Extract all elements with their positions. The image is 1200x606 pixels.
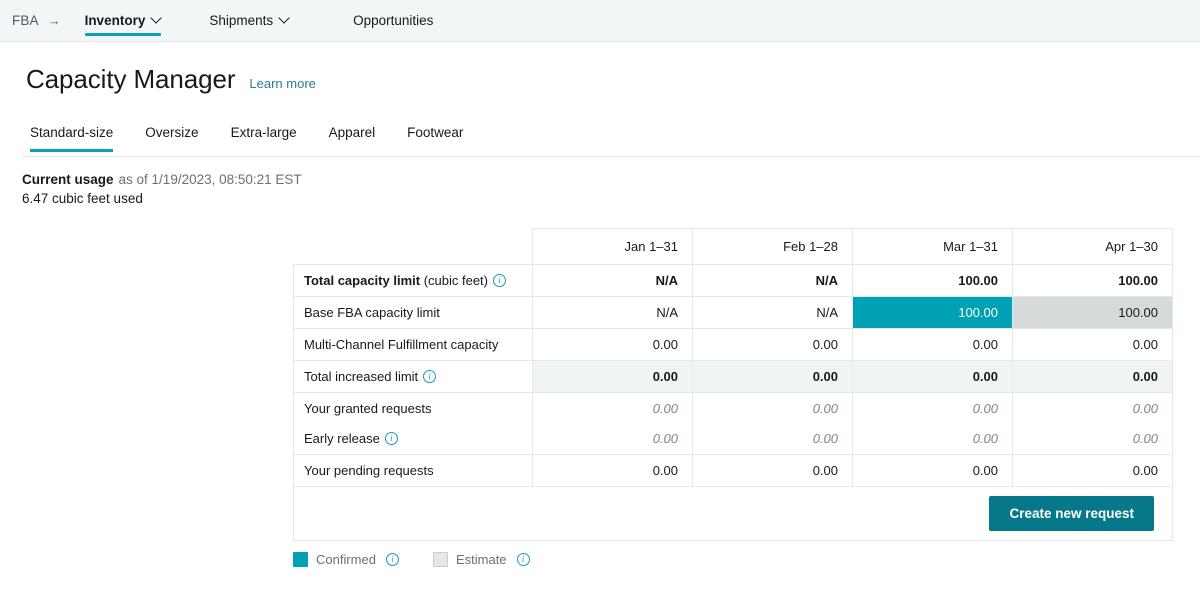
cell-total-increased-feb: 0.00 (693, 361, 853, 393)
confirmed-swatch-icon (293, 552, 308, 567)
row-label-early-release: Early release (294, 424, 533, 455)
row-label-total-capacity-limit: Total capacity limit (cubic feet) (294, 265, 533, 297)
nav-item-shipments[interactable]: Shipments (196, 0, 302, 42)
table-row: Early release 0.00 0.00 0.00 0.00 (294, 424, 1173, 455)
cell-total-capacity-jan: N/A (533, 265, 693, 297)
cell-granted-apr: 0.00 (1013, 393, 1173, 424)
create-new-request-button[interactable]: Create new request (989, 496, 1154, 531)
table-row: Base FBA capacity limit N/A N/A 100.00 1… (294, 297, 1173, 329)
row-label-text: Base FBA capacity limit (304, 305, 440, 320)
table-row: Your pending requests 0.00 0.00 0.00 0.0… (294, 455, 1173, 487)
row-label-text: Your granted requests (304, 401, 431, 416)
cell-granted-jan: 0.00 (533, 393, 693, 424)
current-usage-value: 6.47 cubic feet used (22, 190, 1200, 208)
legend-label: Confirmed (316, 552, 376, 567)
current-usage-label: Current usage (22, 172, 114, 187)
tab-extra-large[interactable]: Extra-large (215, 125, 313, 152)
tab-oversize[interactable]: Oversize (129, 125, 214, 152)
page-title: Capacity Manager (26, 64, 235, 95)
current-usage-heading: Current usage as of 1/19/2023, 08:50:21 E… (22, 171, 1200, 189)
column-header-apr: Apr 1–30 (1013, 229, 1173, 265)
current-usage-timestamp: as of 1/19/2023, 08:50:21 EST (119, 172, 302, 187)
nav-item-label: Shipments (209, 13, 273, 28)
row-label-text: Early release (304, 431, 380, 446)
info-icon[interactable] (386, 553, 399, 566)
info-icon[interactable] (423, 370, 436, 383)
chevron-down-icon (280, 14, 289, 23)
cell-pending-jan: 0.00 (533, 455, 693, 487)
tab-apparel[interactable]: Apparel (313, 125, 392, 152)
cell-mcf-jan: 0.00 (533, 329, 693, 361)
breadcrumb[interactable]: FBA → (12, 13, 68, 28)
row-label-base-fba-capacity-limit: Base FBA capacity limit (294, 297, 533, 329)
legend-item-confirmed: Confirmed (293, 552, 399, 567)
arrow-right-icon: → (48, 14, 61, 27)
learn-more-link[interactable]: Learn more (249, 76, 315, 91)
cell-base-fba-jan: N/A (533, 297, 693, 329)
estimate-swatch-icon (433, 552, 448, 567)
capacity-table: Jan 1–31 Feb 1–28 Mar 1–31 Apr 1–30 Tota… (293, 228, 1173, 541)
cell-mcf-apr: 0.00 (1013, 329, 1173, 361)
cell-total-capacity-mar: 100.00 (853, 265, 1013, 297)
nav-item-inventory[interactable]: Inventory (72, 0, 175, 42)
tab-footwear[interactable]: Footwear (391, 125, 479, 152)
cell-total-increased-jan: 0.00 (533, 361, 693, 393)
current-usage-block: Current usage as of 1/19/2023, 08:50:21 E… (0, 157, 1200, 208)
row-label-your-pending-requests: Your pending requests (294, 455, 533, 487)
top-navigation-bar: FBA → Inventory Shipments Opportunities (0, 0, 1200, 42)
column-header-feb: Feb 1–28 (693, 229, 853, 265)
cell-early-release-jan: 0.00 (533, 424, 693, 455)
row-label-text: Multi-Channel Fulfillment capacity (304, 337, 498, 352)
table-row: Total capacity limit (cubic feet) N/A N/… (294, 265, 1173, 297)
cell-base-fba-apr: 100.00 (1013, 297, 1173, 329)
cell-early-release-feb: 0.00 (693, 424, 853, 455)
cell-early-release-mar: 0.00 (853, 424, 1013, 455)
cell-base-fba-feb: N/A (693, 297, 853, 329)
info-icon[interactable] (385, 432, 398, 445)
table-footer-row: Create new request (294, 487, 1173, 541)
cell-granted-mar: 0.00 (853, 393, 1013, 424)
info-icon[interactable] (517, 553, 530, 566)
column-header-jan: Jan 1–31 (533, 229, 693, 265)
page-header: Capacity Manager Learn more (0, 42, 1200, 95)
cell-pending-apr: 0.00 (1013, 455, 1173, 487)
tab-standard-size[interactable]: Standard-size (26, 125, 129, 152)
nav-item-label: Opportunities (353, 13, 433, 28)
row-label-text: Total capacity limit (304, 273, 420, 288)
cell-granted-feb: 0.00 (693, 393, 853, 424)
chevron-down-icon (152, 14, 161, 23)
breadcrumb-label: FBA (12, 13, 39, 28)
cell-early-release-apr: 0.00 (1013, 424, 1173, 455)
table-row: Your granted requests 0.00 0.00 0.00 0.0… (294, 393, 1173, 424)
nav-item-label: Inventory (85, 13, 146, 28)
cell-mcf-feb: 0.00 (693, 329, 853, 361)
table-header-row: Jan 1–31 Feb 1–28 Mar 1–31 Apr 1–30 (294, 229, 1173, 265)
row-label-total-increased-limit: Total increased limit (294, 361, 533, 393)
cell-pending-feb: 0.00 (693, 455, 853, 487)
row-label-your-granted-requests: Your granted requests (294, 393, 533, 424)
legend-item-estimate: Estimate (433, 552, 530, 567)
cell-total-increased-apr: 0.00 (1013, 361, 1173, 393)
category-tabs: Standard-size Oversize Extra-large Appar… (0, 125, 1200, 157)
cell-total-capacity-apr: 100.00 (1013, 265, 1173, 297)
capacity-table-container: Jan 1–31 Feb 1–28 Mar 1–31 Apr 1–30 Tota… (0, 228, 1200, 541)
row-label-text: Your pending requests (304, 463, 434, 478)
row-label-multi-channel-fulfillment-capacity: Multi-Channel Fulfillment capacity (294, 329, 533, 361)
cell-base-fba-mar: 100.00 (853, 297, 1013, 329)
table-row: Total increased limit 0.00 0.00 0.00 0.0… (294, 361, 1173, 393)
cell-pending-mar: 0.00 (853, 455, 1013, 487)
table-footer-cell: Create new request (294, 487, 1173, 541)
cell-total-increased-mar: 0.00 (853, 361, 1013, 393)
info-icon[interactable] (493, 274, 506, 287)
row-label-text: Total increased limit (304, 369, 418, 384)
table-corner-cell (294, 229, 533, 265)
row-label-unit: (cubic feet) (420, 273, 488, 288)
nav-item-opportunities[interactable]: Opportunities (340, 0, 446, 42)
cell-mcf-mar: 0.00 (853, 329, 1013, 361)
table-legend: Confirmed Estimate (0, 552, 1200, 567)
cell-total-capacity-feb: N/A (693, 265, 853, 297)
legend-label: Estimate (456, 552, 507, 567)
table-row: Multi-Channel Fulfillment capacity 0.00 … (294, 329, 1173, 361)
column-header-mar: Mar 1–31 (853, 229, 1013, 265)
